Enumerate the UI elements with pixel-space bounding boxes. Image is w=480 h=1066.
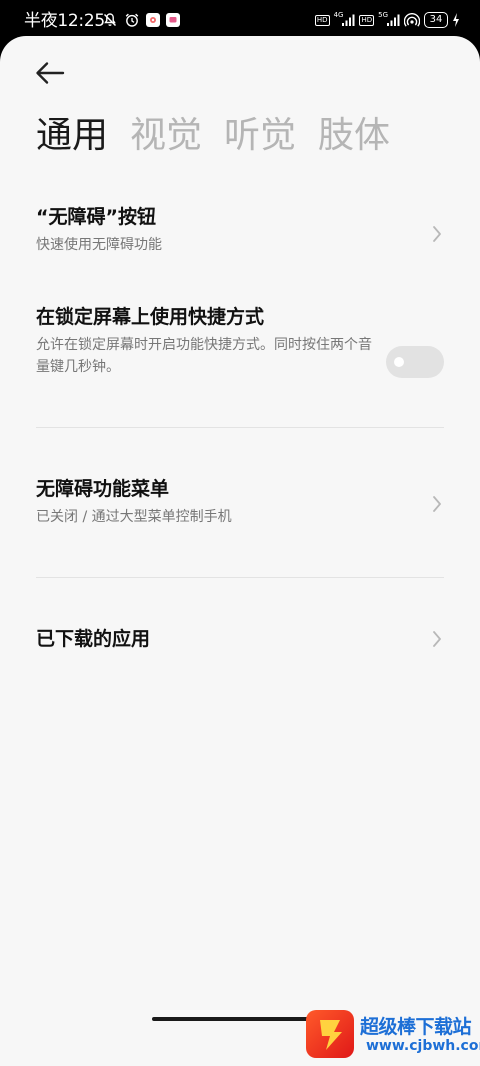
category-tabs: 通用 视觉 听觉 肢体 bbox=[36, 114, 390, 158]
item-subtitle: 允许在锁定屏幕时开启功能快捷方式。同时按住两个音量键几秒钟。 bbox=[36, 337, 372, 375]
lock-screen-shortcut-item: 在锁定屏幕上使用快捷方式 允许在锁定屏幕时开启功能快捷方式。同时按住两个音量键几… bbox=[36, 305, 444, 395]
toggle-knob bbox=[394, 357, 404, 367]
hd-badge-2: HD bbox=[359, 14, 375, 26]
item-title: 在锁定屏幕上使用快捷方式 bbox=[36, 306, 265, 328]
accessibility-menu-item[interactable]: 无障碍功能菜单 已关闭 / 通过大型菜单控制手机 bbox=[36, 477, 444, 537]
app-notification-icon-2 bbox=[166, 13, 180, 27]
home-indicator[interactable] bbox=[152, 1017, 328, 1021]
watermark-url: www.cjbwh.com bbox=[366, 1038, 480, 1054]
item-title: “无障碍”按钮 bbox=[36, 206, 156, 228]
watermark-logo-icon bbox=[306, 1010, 354, 1058]
download-arrow-icon bbox=[320, 1020, 342, 1050]
status-time: 半夜12:25 bbox=[24, 11, 105, 31]
chevron-right-icon bbox=[433, 226, 441, 242]
status-left-icons bbox=[102, 12, 180, 28]
flower-icon bbox=[150, 17, 156, 23]
watermark: 超级棒下载站 www.cjbwh.com bbox=[306, 1008, 480, 1066]
tab-hearing[interactable]: 听觉 bbox=[224, 114, 296, 158]
hd-badge: HD bbox=[314, 14, 330, 26]
network-type-label-2: 5G bbox=[378, 11, 388, 19]
signal-icon bbox=[342, 14, 355, 26]
item-subtitle: 已关闭 / 通过大型菜单控制手机 bbox=[36, 509, 232, 525]
hotspot-icon bbox=[404, 13, 420, 27]
charging-bolt-icon bbox=[453, 13, 459, 27]
divider bbox=[36, 427, 444, 428]
chevron-right-icon bbox=[433, 631, 441, 647]
settings-panel: 通用 视觉 听觉 肢体 “无障碍”按钮 快速使用无障碍功能 在锁定屏幕上使用快捷… bbox=[0, 36, 480, 1066]
item-title: 已下载的应用 bbox=[36, 628, 151, 650]
back-arrow-icon[interactable] bbox=[30, 58, 70, 88]
battery-indicator: 34 bbox=[424, 12, 448, 28]
accessibility-button-item[interactable]: “无障碍”按钮 快速使用无障碍功能 bbox=[36, 205, 444, 265]
divider bbox=[36, 577, 444, 578]
mute-icon bbox=[103, 13, 117, 27]
tab-vision[interactable]: 视觉 bbox=[130, 114, 202, 158]
alarm-clock-icon bbox=[125, 13, 139, 27]
network-type-label: 4G bbox=[333, 11, 344, 19]
app-notification-icon bbox=[146, 13, 160, 27]
item-subtitle: 快速使用无障碍功能 bbox=[36, 237, 162, 253]
tab-general[interactable]: 通用 bbox=[36, 114, 108, 158]
watermark-title: 超级棒下载站 bbox=[360, 1016, 472, 1038]
message-icon bbox=[169, 17, 177, 23]
item-title: 无障碍功能菜单 bbox=[36, 478, 170, 500]
status-bar: 半夜12:25 HD 4G HD 5G 34 bbox=[0, 0, 480, 40]
lock-screen-shortcut-toggle[interactable] bbox=[386, 346, 444, 378]
status-right-icons: HD 4G HD 5G 34 bbox=[314, 11, 460, 28]
downloaded-apps-item[interactable]: 已下载的应用 bbox=[36, 627, 444, 657]
chevron-right-icon bbox=[433, 496, 441, 512]
tab-physical[interactable]: 肢体 bbox=[318, 114, 390, 158]
signal-icon-2 bbox=[387, 14, 400, 26]
